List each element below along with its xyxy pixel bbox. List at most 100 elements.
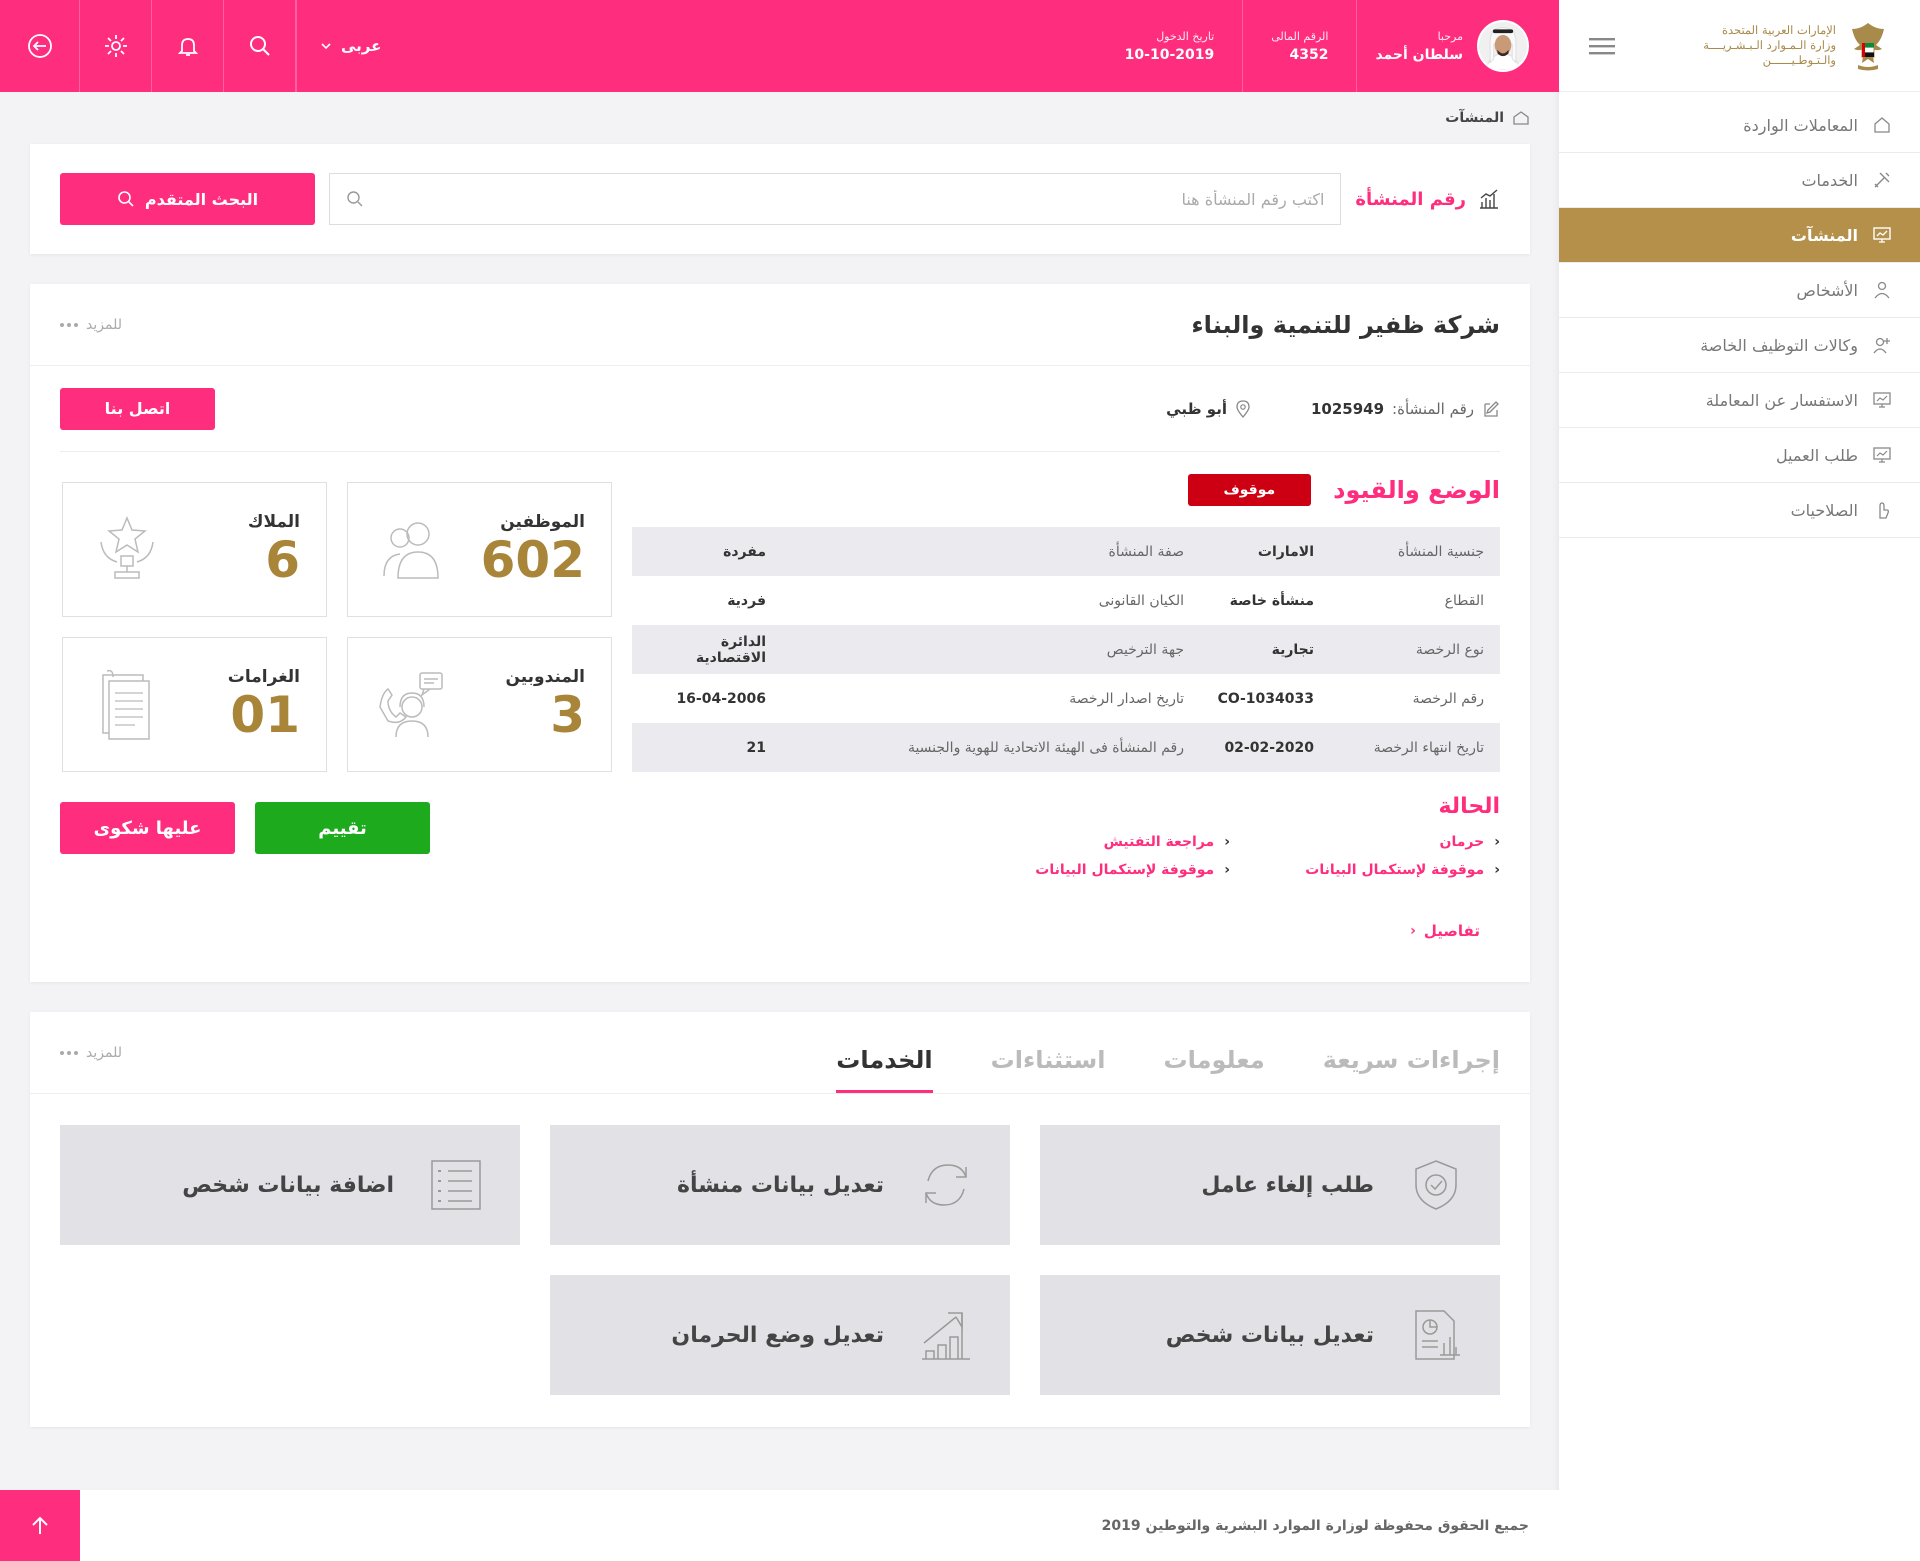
advanced-search-button[interactable]: البحث المتقدم [60,173,315,225]
company-details-table: جنسية المنشأة الامارات صفة المنشأة مفردة… [632,527,1500,772]
settings-button[interactable] [80,0,152,92]
services-tabs-row: إجراءات سريعة معلومات استثناءات الخدمات … [30,1012,1530,1094]
finance-label: الرقم المالى [1271,29,1329,43]
support-agent-icon [379,671,443,737]
establishment-number-input[interactable] [374,189,1325,209]
stat-employees[interactable]: الموظفين 602 [347,482,612,617]
sidebar-item-persons[interactable]: الأشخاص [1559,263,1920,318]
stat-fines[interactable]: الغرامات 01 [62,637,327,772]
chevron-left-icon: ‹ [1224,834,1230,850]
service-add-person[interactable]: اضافة بيانات شخص [60,1125,520,1245]
home-icon[interactable] [1512,110,1530,126]
sidebar-item-permissions[interactable]: الصلاحيات [1559,483,1920,538]
detail-label: القطاع [1444,592,1484,609]
tab-information[interactable]: معلومات [1163,1046,1264,1093]
sidebar-item-employment-agencies[interactable]: وكالات التوظيف الخاصة [1559,318,1920,373]
finance-value: 4352 [1289,46,1329,63]
details-link-label: تفاصيل [1423,922,1480,940]
tab-quick-actions[interactable]: إجراءات سريعة [1323,1046,1500,1093]
stat-value: 3 [550,685,585,744]
rating-label: تقييم [318,817,367,839]
sidebar-item-transaction-inquiry[interactable]: الاستفسار عن المعاملة [1559,373,1920,428]
uae-emblem-icon [1852,22,1884,70]
logo-line-3: والـتـوطـيــــــن [1762,53,1836,67]
sidebar-item-customer-request[interactable]: طلب العميل [1559,428,1920,483]
table-row: القطاع منشأة خاصة الكيان القانونى فردية [632,576,1500,625]
sidebar-item-services[interactable]: الخدمات [1559,153,1920,208]
detail-label: تاريخ انتهاء الرخصة [1373,739,1484,756]
sidebar-item-establishments[interactable]: المنشآت [1559,208,1920,263]
table-row: نوع الرخصة تجارية جهة الترخيص الدائرة ال… [632,625,1500,674]
search-label: رقم المنشأة [1355,188,1500,210]
status-header: الوضع والقيود موقوف [632,474,1500,506]
ministry-name: الإمارات العربية المتحدة وزارة الـمـوارد… [1703,23,1836,68]
notifications-button[interactable] [152,0,224,92]
contact-us-button[interactable]: اتصل بنا [60,387,215,430]
service-edit-establishment[interactable]: تعديل بيانات منشأة [550,1125,1010,1245]
company-name: شركة ظفير للتنمية والبناء [1191,310,1500,339]
logout-button[interactable] [0,0,80,92]
sidebar-item-incoming-transactions[interactable]: المعاملات الواردة [1559,98,1920,153]
home-icon [1874,117,1890,133]
sidebar-item-label: الأشخاص [1796,280,1858,300]
detail-label: الكيان القانونى [1098,592,1184,609]
sidebar-menu: المعاملات الواردة الخدمات المنشآت الأشخا… [1559,92,1920,538]
person-icon [1874,281,1890,299]
search-button[interactable] [224,0,296,92]
edit-icon[interactable] [1482,400,1500,418]
complaint-button[interactable]: عليها شكوى [60,802,235,854]
sidebar: الإمارات العربية المتحدة وزارة الـمـوارد… [1559,0,1920,1561]
detail-value: 21 [746,739,766,756]
finance-number: الرقم المالى 4352 [1242,0,1356,92]
monitor-icon [1873,227,1891,243]
login-date-label: تاريخ الدخول [1156,29,1215,43]
status-badge: موقوف [1187,474,1312,506]
scroll-to-top-button[interactable] [0,1490,80,1561]
detail-label: رقم الرخصة [1412,690,1484,707]
service-cancel-worker[interactable]: طلب إلغاء عامل [1040,1125,1500,1245]
status-item[interactable]: ‹ مراجعة التفتيش [1000,834,1230,850]
status-item[interactable]: ‹ موقوفة لإستكمال البيانات [1270,862,1500,878]
detail-value: الامارات [1257,543,1314,560]
logo-area: الإمارات العربية المتحدة وزارة الـمـوارد… [1559,0,1920,92]
status-item-label: موقوفة لإستكمال البيانات [1305,862,1485,878]
user-avatar-icon [1479,22,1527,70]
footer: جميع الحقوق محفوظة لوزارة الموارد البشري… [0,1490,1559,1561]
table-row: رقم الرخصة CO-1034033 تاريخ اصدار الرخصة… [632,674,1500,723]
details-link[interactable]: تفاصيل ‹ [1410,922,1480,940]
stat-label: الغرامات [227,666,300,687]
hamburger-menu-icon[interactable] [1589,36,1615,56]
checklist-icon [431,1160,481,1210]
company-meta: رقم المنشأة: 1025949 أبو ظبي [1166,400,1500,418]
tab-exceptions[interactable]: استثناءات [991,1046,1106,1093]
more-link[interactable]: للمزيد [60,317,122,333]
status-item[interactable]: ‹ موقوفة لإستكمال البيانات [1000,862,1230,878]
stat-owners[interactable]: الملاك 6 [62,482,327,617]
sidebar-item-label: الخدمات [1801,170,1858,190]
detail-value: مفردة [723,543,766,560]
more-link[interactable]: للمزيد [60,1045,122,1061]
building-chart-icon [1480,189,1498,209]
user-profile[interactable]: مرحبا سلطان أحمد [1356,0,1559,92]
detail-value: 16-04-2006 [676,690,766,707]
search-icon [347,191,363,207]
status-item-label: موقوفة لإستكمال البيانات [1035,862,1215,878]
report-icon [1415,1310,1460,1360]
table-row: جنسية المنشأة الامارات صفة المنشأة مفردة [632,527,1500,576]
status-section-title: الحالة [1438,794,1500,819]
sidebar-item-label: الصلاحيات [1790,500,1858,520]
sidebar-item-label: المنشآت [1790,225,1858,245]
status-item[interactable]: ‹ حرمان [1270,834,1500,850]
service-edit-person[interactable]: تعديل بيانات شخص [1040,1275,1500,1395]
ministry-logo[interactable]: الإمارات العربية المتحدة وزارة الـمـوارد… [1703,19,1890,73]
service-edit-deprivation[interactable]: تعديل وضع الحرمان [550,1275,1010,1395]
language-selector[interactable]: عربى [296,0,405,92]
top-header: مرحبا سلطان أحمد الرقم المالى 4352 تاريخ… [0,0,1559,92]
sidebar-item-label: طلب العميل [1775,445,1858,465]
detail-value: CO-1034033 [1217,690,1314,707]
tab-services[interactable]: الخدمات [836,1046,933,1093]
sidebar-item-label: وكالات التوظيف الخاصة [1700,335,1858,355]
stat-representatives[interactable]: المندوبين 3 [347,637,612,772]
rating-button[interactable]: تقييم [255,802,430,854]
monitor-icon [1873,447,1891,463]
